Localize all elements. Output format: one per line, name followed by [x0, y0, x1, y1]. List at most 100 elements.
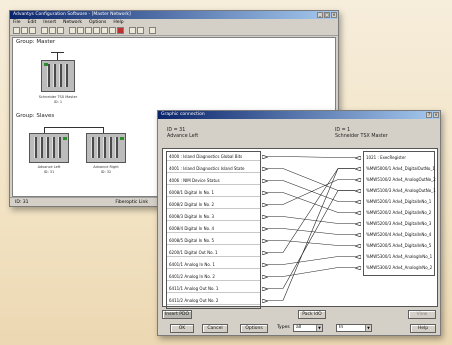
link-icon[interactable] [93, 27, 100, 34]
view-button[interactable]: View [408, 310, 436, 319]
types-select[interactable]: all ▼ [293, 324, 323, 332]
target-item[interactable]: %MW5200/5 Adv4_DigitalInNo_5 [364, 241, 438, 250]
dialog-close-icon[interactable]: × [433, 112, 439, 118]
cancel-button[interactable]: Cancel [202, 324, 228, 333]
target-item[interactable]: 1021 : ExecRegister [364, 153, 438, 162]
connection-wire[interactable] [268, 179, 355, 205]
source-pin-icon[interactable] [261, 214, 270, 219]
menu-file[interactable]: File [13, 19, 21, 26]
target-item[interactable]: %MW5200/4 Adv4_DigitalInNo_4 [364, 230, 438, 239]
source-pin-icon[interactable] [261, 154, 270, 159]
source-pin-icon[interactable] [261, 190, 270, 195]
connection-wire[interactable] [268, 256, 355, 265]
menu-options[interactable]: Options [89, 19, 106, 26]
minimize-icon[interactable]: _ [317, 12, 323, 18]
target-item[interactable]: %MW5000/1 Adv4_DigitalOutNo_1 [364, 164, 438, 173]
stop-icon[interactable] [117, 27, 124, 34]
source-pin-icon[interactable] [261, 262, 270, 267]
source-pin-icon[interactable] [261, 274, 270, 279]
direction-select[interactable]: In ▼ [336, 324, 372, 332]
source-item[interactable]: 6008/2 Digital In No. 2 [167, 200, 260, 209]
dialog-help-icon[interactable]: ? [426, 112, 432, 118]
target-pin-icon[interactable] [353, 199, 362, 204]
source-item[interactable]: 6008/3 Digital In No. 3 [167, 212, 260, 221]
options-button[interactable]: Options [240, 324, 268, 333]
ok-button[interactable]: OK [170, 324, 194, 333]
source-item[interactable]: 6401/1 Analog In No. 1 [167, 260, 260, 269]
target-pin-icon[interactable] [353, 232, 362, 237]
direction-value: In [339, 325, 344, 330]
target-pin-icon[interactable] [353, 221, 362, 226]
target-pin-icon[interactable] [353, 254, 362, 259]
source-pin-icon[interactable] [261, 178, 270, 183]
target-item[interactable]: %MW5100/3 Adv4_AnalogOutNo_1 [364, 186, 438, 195]
target-item[interactable]: %MW5200/3 Adv4_DigitalInNo_3 [364, 219, 438, 228]
copy-icon[interactable] [49, 27, 56, 34]
source-item[interactable]: 6401/2 Analog In No. 2 [167, 272, 260, 281]
master-device[interactable] [41, 60, 75, 92]
close-icon[interactable]: × [331, 12, 337, 18]
source-item[interactable]: 4001 : Island Diagnostics Island State [167, 164, 260, 173]
source-item[interactable]: 6008/4 Digital In No. 4 [167, 224, 260, 233]
save-icon[interactable] [29, 27, 36, 34]
cut-icon[interactable] [41, 27, 48, 34]
connect-icon[interactable] [85, 27, 92, 34]
source-item[interactable]: 6008/1 Digital In No. 1 [167, 188, 260, 197]
insert-pdo-button[interactable]: Insert PDO [162, 310, 192, 319]
connection-wire[interactable] [268, 240, 355, 246]
source-pin-icon[interactable] [261, 286, 270, 291]
target-pin-icon[interactable] [353, 155, 362, 160]
check-icon[interactable] [109, 27, 116, 34]
connection-wire[interactable] [268, 180, 355, 202]
target-item[interactable]: %MW5200/2 Adv4_DigitalInNo_2 [364, 208, 438, 217]
maximize-icon[interactable]: □ [324, 12, 330, 18]
target-pin-icon[interactable] [353, 177, 362, 182]
source-pin-icon[interactable] [261, 202, 270, 207]
network-icon[interactable] [77, 27, 84, 34]
source-pin-icon[interactable] [261, 298, 270, 303]
target-item[interactable]: %MW5300/2 Adv4_AnalogInNo_2 [364, 263, 438, 272]
print-icon[interactable] [129, 27, 136, 34]
target-pin-icon[interactable] [353, 265, 362, 270]
new-file-icon[interactable] [13, 27, 20, 34]
menu-help[interactable]: Help [113, 19, 123, 26]
source-pin-icon[interactable] [261, 226, 270, 231]
menu-network[interactable]: Network [63, 19, 82, 26]
menu-edit[interactable]: Edit [28, 19, 37, 26]
target-pin-icon[interactable] [353, 188, 362, 193]
source-item[interactable]: 4006 : NIM Device Status [167, 176, 260, 185]
slave-device-right[interactable] [86, 133, 126, 163]
connection-wire[interactable] [268, 156, 355, 158]
master-device-name: Schneider TSX Master [38, 95, 78, 99]
connection-wire[interactable] [268, 267, 355, 277]
help-button[interactable]: Help [410, 324, 436, 333]
connection-wire[interactable] [268, 190, 355, 289]
source-pin-icon[interactable] [261, 238, 270, 243]
target-pin-icon[interactable] [353, 243, 362, 248]
source-item[interactable]: 6411/1 Analog Out No. 1 [167, 284, 260, 293]
target-item[interactable]: %MW5200/1 Adv4_DigitalInNo_1 [364, 197, 438, 206]
target-pin-icon[interactable] [353, 210, 362, 215]
target-item[interactable]: %MW5100/2 Adv4_AnalogOutNo_2 [364, 175, 438, 184]
slave-bus-line [44, 127, 104, 128]
open-folder-icon[interactable] [21, 27, 28, 34]
target-item[interactable]: %MW5300/1 Adv4_AnalogInNo_1 [364, 252, 438, 261]
menu-insert[interactable]: Insert [43, 19, 56, 26]
source-item[interactable]: 6200/1 Digital Out No. 1 [167, 248, 260, 257]
help-icon[interactable] [149, 27, 156, 34]
connection-wire[interactable] [268, 168, 355, 253]
device-icon[interactable] [69, 27, 76, 34]
build-icon[interactable] [101, 27, 108, 34]
source-pin-icon[interactable] [261, 250, 270, 255]
target-pin-icon[interactable] [353, 166, 362, 171]
source-pin-icon[interactable] [261, 166, 270, 171]
paste-icon[interactable] [57, 27, 64, 34]
pack-ldo-button[interactable]: Pack ldO [298, 310, 326, 319]
connection-wire[interactable] [268, 216, 355, 224]
source-item[interactable]: 6411/2 Analog Out No. 2 [167, 296, 260, 305]
preview-icon[interactable] [137, 27, 144, 34]
dialog-title-bar: Graphic connection ? × [158, 111, 440, 119]
source-item[interactable]: 6008/5 Digital In No. 5 [167, 236, 260, 245]
source-item[interactable]: 4000 : Island Diagnostics Global Bits [167, 152, 260, 161]
slave-device-left[interactable] [29, 133, 69, 163]
